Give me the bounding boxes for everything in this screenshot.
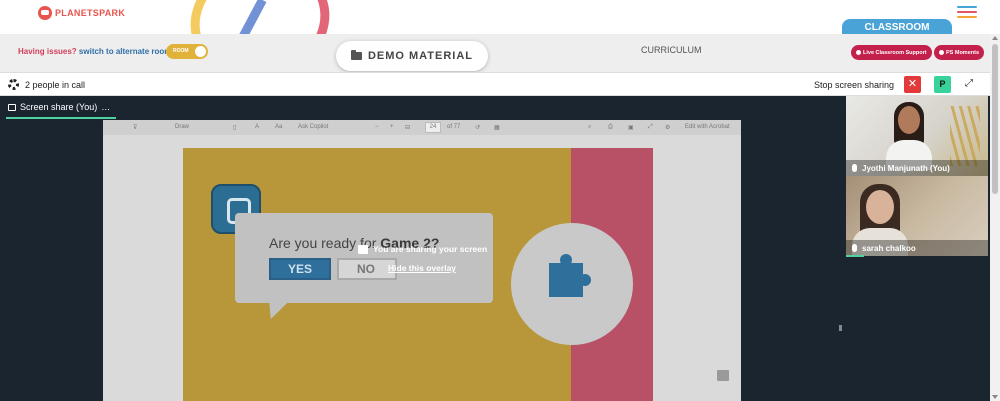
participant-tile-you[interactable]: Jyothi Manjunath (You) bbox=[846, 96, 988, 176]
pdf-scroll-handle bbox=[839, 325, 842, 331]
filter-icon: ⊽ bbox=[133, 125, 138, 131]
screen-share-icon bbox=[358, 244, 368, 254]
scroll-up-icon[interactable] bbox=[992, 36, 998, 40]
pdf-copilot: Ask Copilot bbox=[298, 124, 329, 130]
read-icon: Aa bbox=[275, 124, 283, 130]
participant-label: Jyothi Manjunath (You) bbox=[846, 160, 988, 176]
participant-name: sarah chalkoo bbox=[862, 243, 916, 253]
shared-screen: ⊽ Draw ▯ A Aa Ask Copilot − + ⊟ 24 of 77… bbox=[103, 120, 842, 401]
pdf-edit-acrobat: Edit with Acrobat bbox=[685, 124, 730, 130]
live-support-button[interactable]: Live Classroom Support bbox=[851, 45, 932, 60]
menu-icon[interactable] bbox=[957, 6, 977, 21]
demo-material-label: DEMO MATERIAL bbox=[367, 50, 474, 62]
thumbnails-icon: ▦ bbox=[494, 125, 500, 131]
fullscreen-icon: ⤢ bbox=[648, 124, 653, 130]
puzzle-circle bbox=[511, 223, 633, 345]
call-area: Screen share (You) … ⊽ Draw ▯ A Aa Ask C… bbox=[0, 96, 990, 401]
sharing-message: You are sharing your screen bbox=[373, 244, 488, 254]
mic-icon bbox=[852, 244, 857, 252]
fit-page-icon: ⊟ bbox=[405, 125, 411, 131]
participant-name: Jyothi Manjunath (You) bbox=[862, 163, 950, 173]
live-support-label: Live Classroom Support bbox=[863, 49, 927, 56]
scroll-thumb[interactable] bbox=[992, 44, 998, 194]
support-icon bbox=[856, 50, 861, 55]
classroom-page: PLANETSPARK CLASSROOM Having issues? swi… bbox=[0, 0, 1000, 401]
switch-room-link[interactable]: switch to alternate room bbox=[79, 47, 171, 56]
pdf-corner-icon bbox=[717, 370, 729, 381]
demo-material-button[interactable]: DEMO MATERIAL bbox=[336, 41, 488, 71]
bubble-tail bbox=[260, 301, 290, 319]
curriculum-tab[interactable]: CURRICULUM bbox=[641, 45, 702, 55]
toggle-knob bbox=[195, 46, 206, 57]
stop-sharing-button[interactable]: ✕ bbox=[904, 76, 921, 93]
participant-p-button[interactable]: P bbox=[934, 76, 951, 93]
screen-icon bbox=[8, 103, 16, 111]
expand-icon[interactable]: ⤢ bbox=[965, 78, 977, 90]
logo-icon bbox=[38, 6, 52, 20]
moments-icon bbox=[939, 50, 944, 55]
question-bubble: Are you ready for Game 2? YES NO bbox=[235, 213, 493, 303]
stop-sharing-label: Stop screen sharing bbox=[814, 80, 895, 90]
ps-moments-button[interactable]: PS Moments bbox=[934, 45, 985, 60]
speaking-indicator bbox=[846, 255, 864, 257]
hide-overlay-link[interactable]: Hide this overlay bbox=[388, 263, 456, 273]
page-scrollbar[interactable] bbox=[990, 34, 1000, 401]
screen-share-tab[interactable]: Screen share (You) … bbox=[8, 102, 110, 112]
page-view-icon: ▯ bbox=[233, 125, 237, 131]
folder-icon bbox=[350, 50, 362, 60]
classroom-toolbar: Having issues? switch to alternate room … bbox=[0, 34, 1000, 72]
print-icon: ⎙ bbox=[608, 124, 613, 130]
issues-label: Having issues? bbox=[18, 47, 77, 56]
participant-face bbox=[898, 106, 920, 134]
pdf-page-total: of 77 bbox=[447, 124, 461, 130]
save-icon: ▣ bbox=[628, 125, 634, 131]
planetspark-logo[interactable]: PLANETSPARK bbox=[38, 6, 125, 20]
people-count: 2 people in call bbox=[25, 80, 86, 90]
mic-icon bbox=[852, 164, 857, 172]
pdf-page-number: 24 bbox=[425, 122, 441, 133]
yes-button: YES bbox=[269, 258, 331, 280]
plant-background bbox=[950, 106, 980, 166]
participant-tile-student[interactable]: sarah chalkoo bbox=[846, 176, 988, 256]
rotate-icon: ↺ bbox=[475, 125, 481, 131]
zoom-in-icon: + bbox=[390, 124, 394, 130]
ps-moments-label: PS Moments bbox=[946, 49, 980, 56]
settings-icon: ⚙ bbox=[665, 125, 671, 131]
logo-text: PLANETSPARK bbox=[55, 8, 126, 18]
more-options-icon[interactable]: … bbox=[101, 102, 110, 112]
call-controls-bar: 2 people in call Stop screen sharing ✕ P… bbox=[0, 72, 990, 96]
text-icon: A bbox=[255, 124, 260, 130]
participant-face bbox=[866, 190, 894, 224]
room-toggle-label: ROOM bbox=[173, 48, 189, 54]
scroll-down-icon[interactable] bbox=[992, 395, 998, 399]
slide-content: Are you ready for Game 2? YES NO bbox=[183, 148, 653, 401]
screen-share-label: Screen share (You) bbox=[20, 102, 98, 112]
sharing-overlay-message: You are sharing your screen bbox=[358, 244, 487, 254]
puzzle-icon bbox=[549, 254, 591, 297]
participant-label: sarah chalkoo bbox=[846, 240, 988, 256]
search-icon: ⌕ bbox=[588, 124, 592, 130]
active-tab-indicator bbox=[6, 117, 116, 119]
pdf-draw-tool: Draw bbox=[175, 124, 190, 130]
zoom-out-icon: − bbox=[375, 124, 379, 130]
gear-icon[interactable] bbox=[8, 79, 19, 90]
pdf-toolbar: ⊽ Draw ▯ A Aa Ask Copilot − + ⊟ 24 of 77… bbox=[103, 120, 741, 135]
room-toggle[interactable]: ROOM bbox=[166, 44, 208, 59]
issues-text: Having issues? switch to alternate room bbox=[18, 47, 171, 56]
